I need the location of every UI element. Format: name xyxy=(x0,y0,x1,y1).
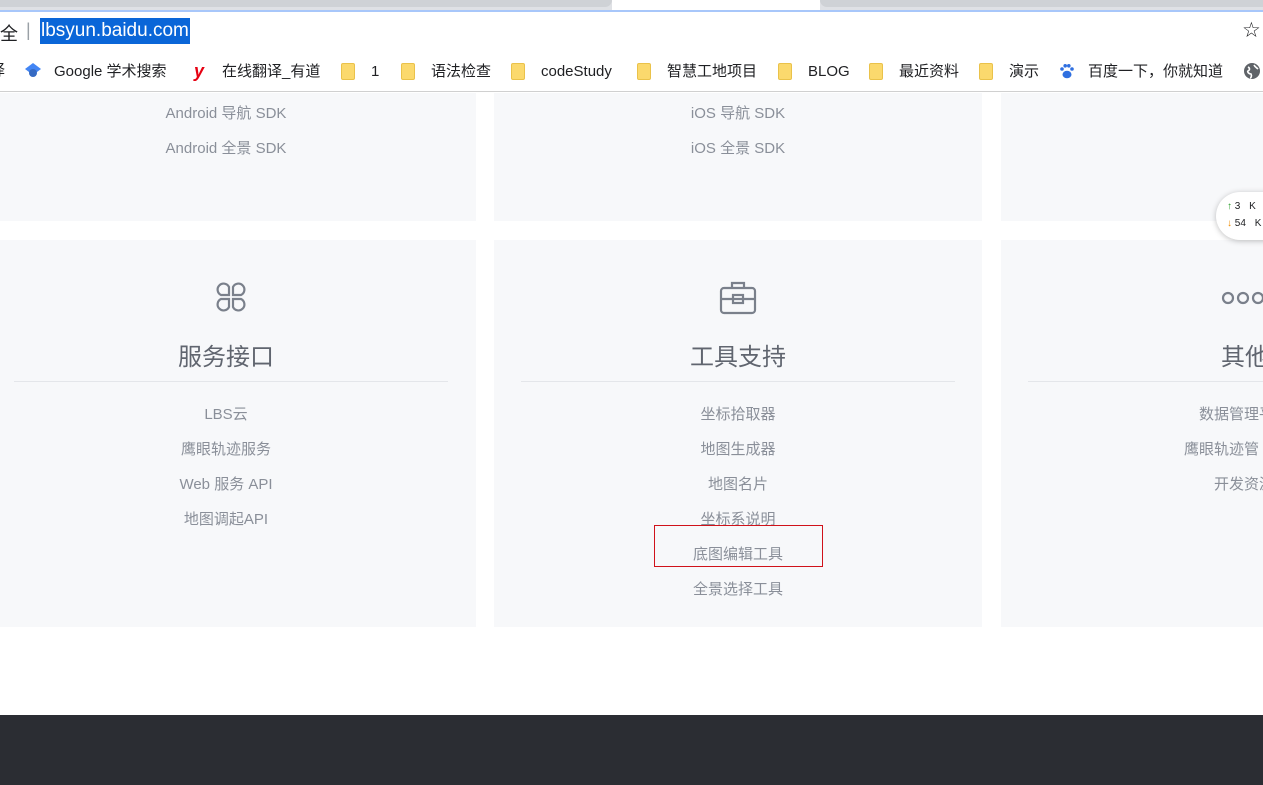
folder-icon xyxy=(511,62,525,80)
network-speed-widget[interactable]: ↑ 3 K ↓ 54 K xyxy=(1216,192,1263,240)
bookmark-folder-grammar[interactable]: 语法检查 xyxy=(401,50,491,91)
link-ios-nav-sdk[interactable]: iOS 导航 SDK xyxy=(494,102,982,123)
card-other: 其他 数据管理平 鹰眼轨迹管 开发资源 xyxy=(1001,240,1263,627)
card-title-service: 服务接口 xyxy=(178,344,274,371)
bookmark-label: 演示 xyxy=(1009,62,1040,80)
bookmark-youdao[interactable]: y 在线翻译_有道 xyxy=(194,50,320,91)
folder-icon xyxy=(637,62,651,80)
star-icon[interactable]: ☆ xyxy=(1242,18,1261,44)
upload-value: 3 xyxy=(1234,201,1241,212)
bookmark-item-truncated[interactable]: 译 xyxy=(0,50,5,91)
link-map-card[interactable]: 地图名片 xyxy=(494,473,982,494)
card-divider xyxy=(14,381,448,382)
globe-icon xyxy=(1244,63,1260,80)
folder-icon xyxy=(401,62,415,80)
download-value: 54 xyxy=(1234,218,1246,229)
link-eagle-track-management[interactable]: 鹰眼轨迹管 xyxy=(1184,438,1259,459)
bookmarks-bar: 译 Google 学术搜索 y在线翻译_有道 1 语法检查 codeStudy … xyxy=(0,50,1263,92)
bookmark-folder-codestudy[interactable]: codeStudy xyxy=(511,50,612,91)
page-footer xyxy=(0,715,1263,785)
arrow-down-icon: ↓ xyxy=(1227,218,1232,229)
card-divider xyxy=(521,381,955,382)
link-android-nav-sdk[interactable]: Android 导航 SDK xyxy=(0,102,464,123)
bookmark-label: Google 学术搜索 xyxy=(54,62,167,80)
card-divider xyxy=(1028,381,1263,382)
link-dev-resources[interactable]: 开发资源 xyxy=(1214,473,1263,494)
bookmark-label: 百度一下，你就知道 xyxy=(1088,62,1224,80)
folder-icon xyxy=(869,62,883,80)
bookmark-label: BLOG xyxy=(808,62,850,80)
security-label[interactable]: 全 xyxy=(0,20,18,46)
link-eagle-track-service[interactable]: 鹰眼轨迹服务 xyxy=(0,438,464,459)
tab-strip xyxy=(0,0,1263,10)
upload-unit: K xyxy=(1249,201,1256,212)
bookmark-folder-1[interactable]: 1 xyxy=(341,50,379,91)
link-android-pano-sdk[interactable]: Android 全景 SDK xyxy=(0,137,464,158)
card-title-other: 其他 xyxy=(1221,344,1263,371)
link-map-invoke-api[interactable]: 地图调起API xyxy=(0,508,464,529)
link-coordinate-picker[interactable]: 坐标拾取器 xyxy=(494,403,982,424)
download-unit: K xyxy=(1254,218,1262,229)
bookmark-label: 在线翻译_有道 xyxy=(222,62,321,80)
bookmark-baidu[interactable]: 百度一下，你就知道 xyxy=(1058,50,1223,91)
folder-icon xyxy=(341,62,355,80)
bookmark-label: 智慧工地项目 xyxy=(667,62,758,80)
link-map-generator[interactable]: 地图生成器 xyxy=(494,438,982,459)
folder-icon xyxy=(979,62,993,80)
card-android-sdk: Android 导航 SDK Android 全景 SDK xyxy=(0,93,476,221)
card-ios-sdk: iOS 导航 SDK iOS 全景 SDK xyxy=(494,93,982,221)
baidu-paw-icon xyxy=(1060,64,1074,79)
address-separator: | xyxy=(26,20,31,40)
bookmark-overflow[interactable] xyxy=(1243,50,1261,91)
address-bar[interactable]: 全 | lbsyun.baidu.com ☆ xyxy=(0,10,1263,50)
link-lbs-cloud[interactable]: LBS云 xyxy=(0,403,464,424)
card-tools: 工具支持 坐标拾取器 地图生成器 地图名片 坐标系说明 底图编辑工具 全景选择工… xyxy=(494,240,982,627)
download-speed: ↓ 54 K xyxy=(1227,218,1261,229)
folder-icon xyxy=(778,62,792,80)
youdao-icon: y xyxy=(194,60,205,81)
toolbox-icon xyxy=(719,281,757,315)
bookmark-folder-blog[interactable]: BLOG xyxy=(778,50,850,91)
bookmark-folder-smart-site[interactable]: 智慧工地项目 xyxy=(637,50,757,91)
link-web-service-api[interactable]: Web 服务 API xyxy=(0,473,464,494)
bookmark-label: 1 xyxy=(371,62,380,80)
four-leaf-grid-icon xyxy=(216,282,246,312)
bookmark-label: 语法检查 xyxy=(431,62,492,80)
url-text-selected[interactable]: lbsyun.baidu.com xyxy=(40,18,190,44)
link-panorama-selector[interactable]: 全景选择工具 xyxy=(494,578,982,599)
highlight-annotation-box xyxy=(654,525,823,567)
upload-speed: ↑ 3 K xyxy=(1227,201,1256,212)
bookmark-folder-recent[interactable]: 最近资料 xyxy=(869,50,959,91)
bookmark-label: codeStudy xyxy=(541,62,612,80)
bookmark-label: 最近资料 xyxy=(899,62,960,80)
link-ios-pano-sdk[interactable]: iOS 全景 SDK xyxy=(494,137,982,158)
google-scholar-icon xyxy=(25,63,41,78)
card-service-api: 服务接口 LBS云 鹰眼轨迹服务 Web 服务 API 地图调起API xyxy=(0,240,476,627)
bookmark-google-scholar[interactable]: Google 学术搜索 xyxy=(24,50,167,91)
browser-tab[interactable] xyxy=(0,0,612,7)
arrow-up-icon: ↑ xyxy=(1227,201,1232,212)
browser-tab[interactable] xyxy=(820,0,1263,7)
link-data-management[interactable]: 数据管理平 xyxy=(1199,403,1263,424)
browser-tab-active[interactable] xyxy=(612,0,820,10)
card-title-tools: 工具支持 xyxy=(690,344,786,371)
more-dots-icon xyxy=(1221,291,1263,305)
bookmark-folder-demo[interactable]: 演示 xyxy=(979,50,1039,91)
